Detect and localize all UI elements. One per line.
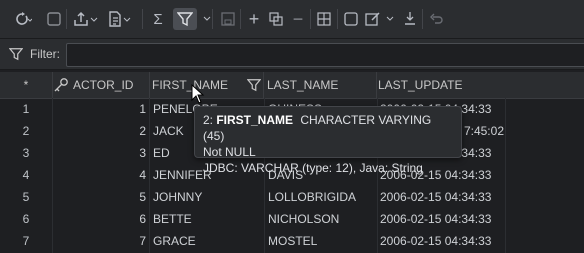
edit-button[interactable] — [363, 8, 383, 30]
cell-last-update[interactable]: 2006-02-15 04:34:33 — [380, 230, 504, 252]
checkbox-icon — [344, 12, 358, 26]
row-number[interactable]: 6 — [0, 208, 52, 230]
cell-last-name[interactable]: NICHOLSON — [268, 208, 376, 230]
toolbar-separator — [142, 9, 143, 29]
tooltip-title-line: 2: FIRST_NAME CHARACTER VARYING (45) — [203, 112, 453, 144]
row-number[interactable]: 7 — [0, 230, 52, 252]
cell-actor-id[interactable]: 7 — [53, 230, 146, 252]
cell-last-update[interactable]: 2006-02-15 04:34:33 — [380, 208, 504, 230]
copy-row-button[interactable] — [266, 8, 286, 30]
stop-icon — [47, 12, 61, 26]
key-icon — [54, 78, 68, 92]
checkbox-button[interactable] — [341, 8, 361, 30]
cell-first-name[interactable]: BETTE — [153, 208, 263, 230]
row-number[interactable]: 5 — [0, 186, 52, 208]
delete-row-button[interactable]: − — [288, 8, 308, 30]
cell-first-name[interactable]: JOHNNY — [153, 186, 263, 208]
column-header-label: LAST_NAME — [267, 78, 339, 92]
filter-icon[interactable] — [247, 78, 261, 92]
delete-row-icon: − — [292, 8, 304, 29]
refresh-icon — [16, 12, 32, 25]
toolbar-separator — [66, 9, 67, 29]
toolbar-separator — [212, 9, 213, 29]
refresh-button[interactable] — [8, 8, 34, 30]
row-number[interactable]: 1 — [0, 98, 52, 120]
approve-button[interactable] — [400, 8, 420, 30]
filter-icon — [9, 48, 23, 61]
export-button[interactable] — [72, 8, 100, 30]
toolbar-separator — [240, 9, 241, 29]
save-button[interactable] — [218, 8, 238, 30]
script-button[interactable] — [106, 8, 134, 30]
cell-actor-id[interactable]: 6 — [53, 208, 146, 230]
sum-button[interactable]: Σ — [148, 8, 168, 30]
stop-button[interactable] — [44, 8, 64, 30]
filter-bar: Filter: — [0, 39, 584, 70]
filter-input[interactable] — [66, 43, 584, 67]
table-row[interactable]: 5 5 JOHNNY LOLLOBRIGIDA 2006-02-15 04:34:33 — [0, 186, 584, 208]
grid-icon — [317, 12, 331, 26]
approve-icon — [405, 12, 415, 25]
save-icon — [221, 12, 235, 26]
copy-row-icon — [269, 12, 283, 26]
toolbar: Σ + − — [0, 0, 584, 39]
tooltip-column-name: FIRST_NAME — [216, 113, 294, 127]
tooltip-jdbc-info: JDBC: VARCHAR (type: 12), Java: String — [203, 161, 423, 175]
cell-last-update[interactable]: 2006-02-15 04:34:33 — [380, 186, 504, 208]
add-row-button[interactable]: + — [244, 8, 264, 30]
chevron-down-icon — [386, 16, 394, 21]
toolbar-separator — [422, 9, 423, 29]
column-header-label: ACTOR_ID — [73, 78, 134, 92]
undo-button[interactable] — [426, 8, 446, 30]
select-all-header[interactable]: * — [0, 72, 53, 98]
filter-icon — [177, 12, 193, 27]
cell-actor-id[interactable]: 2 — [53, 120, 146, 142]
column-header-last-update[interactable]: LAST_UPDATE — [378, 72, 584, 98]
row-number[interactable]: 4 — [0, 164, 52, 186]
row-number[interactable]: 3 — [0, 142, 52, 164]
column-header-label: LAST_UPDATE — [378, 78, 463, 92]
cell-actor-id[interactable]: 5 — [53, 186, 146, 208]
filter-label: Filter: — [30, 47, 60, 61]
column-header-actor-id[interactable]: ACTOR_ID — [53, 72, 150, 98]
tooltip-column-index: 2: — [203, 113, 217, 127]
script-icon — [109, 11, 131, 27]
filter-toggle-button[interactable] — [173, 8, 197, 30]
cell-last-name[interactable]: MOSTEL — [268, 230, 376, 252]
chevron-down-icon — [203, 16, 211, 21]
cell-first-name[interactable]: GRACE — [153, 230, 263, 252]
cell-last-name[interactable]: LOLLOBRIGIDA — [268, 186, 376, 208]
toolbar-separator — [310, 9, 311, 29]
column-header-last-name[interactable]: LAST_NAME — [265, 72, 377, 98]
add-row-icon: + — [248, 8, 260, 29]
grid-button[interactable] — [314, 8, 334, 30]
cell-actor-id[interactable]: 1 — [53, 98, 146, 120]
table-row[interactable]: 6 6 BETTE NICHOLSON 2006-02-15 04:34:33 — [0, 208, 584, 230]
select-all-label: * — [23, 78, 29, 92]
sum-icon: Σ — [153, 10, 163, 28]
grid-header: * ACTOR_ID FIRST_NAME LAST_NAME LAST_UPD… — [0, 72, 584, 99]
column-header-label: FIRST_NAME — [152, 78, 229, 92]
cell-actor-id[interactable]: 3 — [53, 142, 146, 164]
edit-icon — [365, 12, 380, 26]
cell-actor-id[interactable]: 4 — [53, 164, 146, 186]
column-header-first-name[interactable]: FIRST_NAME — [150, 72, 264, 98]
tooltip-nullability: Not NULL — [203, 145, 256, 159]
column-info-tooltip: 2: FIRST_NAME CHARACTER VARYING (45) Not… — [194, 106, 462, 175]
undo-icon — [430, 13, 443, 24]
export-icon — [74, 11, 98, 26]
mouse-cursor-icon — [191, 84, 205, 104]
table-row[interactable]: 7 7 GRACE MOSTEL 2006-02-15 04:34:33 — [0, 230, 584, 252]
edit-dropdown-button[interactable] — [384, 8, 396, 30]
toolbar-separator — [337, 9, 338, 29]
row-number[interactable]: 2 — [0, 120, 52, 142]
